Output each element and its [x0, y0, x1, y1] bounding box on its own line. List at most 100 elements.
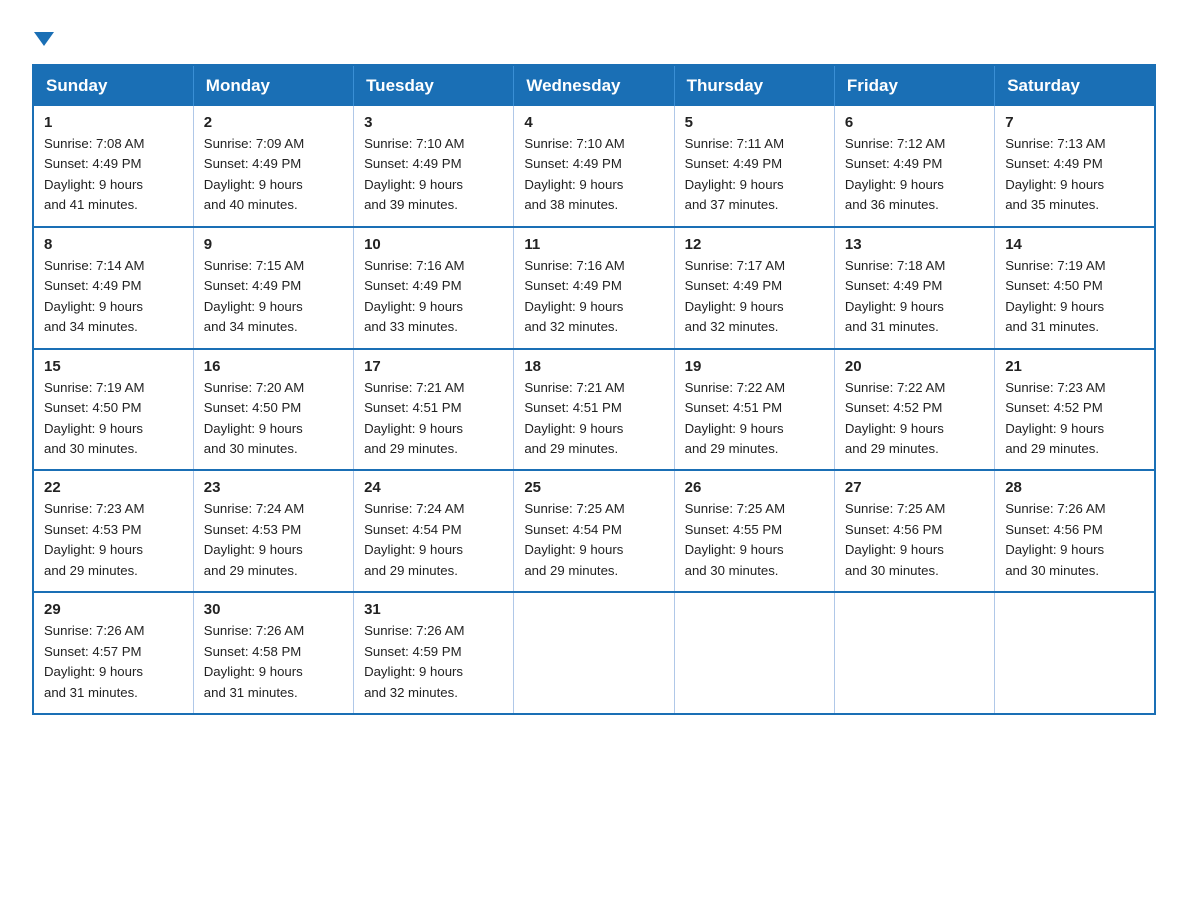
day-info: Sunrise: 7:11 AMSunset: 4:49 PMDaylight:… — [685, 136, 784, 212]
day-info: Sunrise: 7:21 AMSunset: 4:51 PMDaylight:… — [364, 380, 464, 456]
day-cell-1: 1 Sunrise: 7:08 AMSunset: 4:49 PMDaylight… — [33, 106, 193, 227]
day-cell-2: 2Sunrise: 7:09 AMSunset: 4:49 PMDaylight… — [193, 106, 353, 227]
weekday-header-tuesday: Tuesday — [354, 65, 514, 106]
day-number: 8 — [44, 236, 183, 253]
day-info: Sunrise: 7:19 AMSunset: 4:50 PMDaylight:… — [1005, 258, 1105, 334]
day-number: 1 — [44, 114, 183, 131]
day-info: Sunrise: 7:16 AMSunset: 4:49 PMDaylight:… — [364, 258, 464, 334]
day-number: 11 — [524, 236, 663, 253]
empty-cell — [995, 592, 1155, 714]
day-number: 14 — [1005, 236, 1144, 253]
day-number: 27 — [845, 479, 984, 496]
day-number: 29 — [44, 601, 183, 618]
day-cell-9: 9Sunrise: 7:15 AMSunset: 4:49 PMDaylight… — [193, 227, 353, 349]
day-number: 18 — [524, 358, 663, 375]
day-number: 10 — [364, 236, 503, 253]
day-cell-18: 18 Sunrise: 7:21 AMSunset: 4:51 PMDayligh… — [514, 349, 674, 471]
week-row-4: 22Sunrise: 7:23 AMSunset: 4:53 PMDayligh… — [33, 470, 1155, 592]
day-number: 13 — [845, 236, 984, 253]
empty-cell — [834, 592, 994, 714]
day-cell-10: 10 Sunrise: 7:16 AMSunset: 4:49 PMDayligh… — [354, 227, 514, 349]
day-number: 31 — [364, 601, 503, 618]
day-number: 30 — [204, 601, 343, 618]
day-cell-5: 5 Sunrise: 7:11 AMSunset: 4:49 PMDaylight… — [674, 106, 834, 227]
day-cell-19: 19 Sunrise: 7:22 AMSunset: 4:51 PMDayligh… — [674, 349, 834, 471]
day-info: Sunrise: 7:17 AMSunset: 4:49 PMDaylight:… — [685, 258, 785, 334]
week-row-2: 8 Sunrise: 7:14 AMSunset: 4:49 PMDaylight… — [33, 227, 1155, 349]
day-info: Sunrise: 7:23 AMSunset: 4:52 PMDaylight:… — [1005, 380, 1105, 456]
day-info: Sunrise: 7:10 AMSunset: 4:49 PMDaylight:… — [524, 136, 624, 212]
day-number: 4 — [524, 114, 663, 131]
logo — [32, 28, 54, 46]
day-number: 20 — [845, 358, 984, 375]
day-cell-25: 25 Sunrise: 7:25 AMSunset: 4:54 PMDayligh… — [514, 470, 674, 592]
day-number: 19 — [685, 358, 824, 375]
day-number: 3 — [364, 114, 503, 131]
day-cell-26: 26 Sunrise: 7:25 AMSunset: 4:55 PMDayligh… — [674, 470, 834, 592]
day-info: Sunrise: 7:15 AMSunset: 4:49 PMDaylight:… — [204, 258, 304, 334]
day-info: Sunrise: 7:14 AMSunset: 4:49 PMDaylight:… — [44, 258, 144, 334]
day-number: 17 — [364, 358, 503, 375]
day-info: Sunrise: 7:08 AMSunset: 4:49 PMDaylight:… — [44, 136, 144, 212]
day-number: 7 — [1005, 114, 1144, 131]
day-info: Sunrise: 7:22 AMSunset: 4:51 PMDaylight:… — [685, 380, 785, 456]
week-row-1: 1 Sunrise: 7:08 AMSunset: 4:49 PMDaylight… — [33, 106, 1155, 227]
day-number: 16 — [204, 358, 343, 375]
week-row-3: 15 Sunrise: 7:19 AMSunset: 4:50 PMDayligh… — [33, 349, 1155, 471]
weekday-header-monday: Monday — [193, 65, 353, 106]
day-info: Sunrise: 7:22 AMSunset: 4:52 PMDaylight:… — [845, 380, 945, 456]
day-cell-15: 15 Sunrise: 7:19 AMSunset: 4:50 PMDayligh… — [33, 349, 193, 471]
day-cell-16: 16 Sunrise: 7:20 AMSunset: 4:50 PMDayligh… — [193, 349, 353, 471]
day-info: Sunrise: 7:24 AMSunset: 4:53 PMDaylight:… — [204, 501, 304, 577]
day-cell-14: 14 Sunrise: 7:19 AMSunset: 4:50 PMDayligh… — [995, 227, 1155, 349]
day-number: 21 — [1005, 358, 1144, 375]
day-info: Sunrise: 7:19 AMSunset: 4:50 PMDaylight:… — [44, 380, 144, 456]
day-info: Sunrise: 7:26 AMSunset: 4:58 PMDaylight:… — [204, 623, 304, 699]
day-cell-29: 29 Sunrise: 7:26 AMSunset: 4:57 PMDayligh… — [33, 592, 193, 714]
day-cell-20: 20 Sunrise: 7:22 AMSunset: 4:52 PMDayligh… — [834, 349, 994, 471]
day-cell-24: 24 Sunrise: 7:24 AMSunset: 4:54 PMDayligh… — [354, 470, 514, 592]
page-header — [32, 24, 1156, 46]
day-cell-22: 22Sunrise: 7:23 AMSunset: 4:53 PMDayligh… — [33, 470, 193, 592]
logo-arrow-icon — [34, 32, 54, 46]
day-info: Sunrise: 7:24 AMSunset: 4:54 PMDaylight:… — [364, 501, 464, 577]
day-number: 12 — [685, 236, 824, 253]
day-number: 26 — [685, 479, 824, 496]
day-cell-21: 21 Sunrise: 7:23 AMSunset: 4:52 PMDayligh… — [995, 349, 1155, 471]
empty-cell — [514, 592, 674, 714]
day-cell-3: 3 Sunrise: 7:10 AMSunset: 4:49 PMDaylight… — [354, 106, 514, 227]
day-info: Sunrise: 7:21 AMSunset: 4:51 PMDaylight:… — [524, 380, 624, 456]
day-info: Sunrise: 7:25 AMSunset: 4:54 PMDaylight:… — [524, 501, 624, 577]
day-cell-31: 31Sunrise: 7:26 AMSunset: 4:59 PMDayligh… — [354, 592, 514, 714]
day-info: Sunrise: 7:20 AMSunset: 4:50 PMDaylight:… — [204, 380, 304, 456]
day-cell-11: 11 Sunrise: 7:16 AMSunset: 4:49 PMDayligh… — [514, 227, 674, 349]
day-cell-17: 17 Sunrise: 7:21 AMSunset: 4:51 PMDayligh… — [354, 349, 514, 471]
day-number: 2 — [204, 114, 343, 131]
day-info: Sunrise: 7:13 AMSunset: 4:49 PMDaylight:… — [1005, 136, 1105, 212]
day-info: Sunrise: 7:23 AMSunset: 4:53 PMDaylight:… — [44, 501, 144, 577]
day-cell-12: 12 Sunrise: 7:17 AMSunset: 4:49 PMDayligh… — [674, 227, 834, 349]
day-number: 24 — [364, 479, 503, 496]
day-number: 25 — [524, 479, 663, 496]
day-cell-23: 23Sunrise: 7:24 AMSunset: 4:53 PMDayligh… — [193, 470, 353, 592]
weekday-header-thursday: Thursday — [674, 65, 834, 106]
day-cell-30: 30 Sunrise: 7:26 AMSunset: 4:58 PMDayligh… — [193, 592, 353, 714]
calendar-table: SundayMondayTuesdayWednesdayThursdayFrid… — [32, 64, 1156, 715]
weekday-header-saturday: Saturday — [995, 65, 1155, 106]
weekday-header-sunday: Sunday — [33, 65, 193, 106]
weekday-header-wednesday: Wednesday — [514, 65, 674, 106]
day-cell-7: 7 Sunrise: 7:13 AMSunset: 4:49 PMDaylight… — [995, 106, 1155, 227]
day-cell-6: 6Sunrise: 7:12 AMSunset: 4:49 PMDaylight… — [834, 106, 994, 227]
day-number: 15 — [44, 358, 183, 375]
day-info: Sunrise: 7:25 AMSunset: 4:55 PMDaylight:… — [685, 501, 785, 577]
day-cell-28: 28Sunrise: 7:26 AMSunset: 4:56 PMDayligh… — [995, 470, 1155, 592]
day-info: Sunrise: 7:10 AMSunset: 4:49 PMDaylight:… — [364, 136, 464, 212]
day-cell-8: 8 Sunrise: 7:14 AMSunset: 4:49 PMDaylight… — [33, 227, 193, 349]
day-info: Sunrise: 7:12 AMSunset: 4:49 PMDaylight:… — [845, 136, 945, 212]
day-number: 5 — [685, 114, 824, 131]
weekday-header-friday: Friday — [834, 65, 994, 106]
day-info: Sunrise: 7:25 AMSunset: 4:56 PMDaylight:… — [845, 501, 945, 577]
day-info: Sunrise: 7:26 AMSunset: 4:57 PMDaylight:… — [44, 623, 144, 699]
day-info: Sunrise: 7:18 AMSunset: 4:49 PMDaylight:… — [845, 258, 945, 334]
day-info: Sunrise: 7:16 AMSunset: 4:49 PMDaylight:… — [524, 258, 624, 334]
